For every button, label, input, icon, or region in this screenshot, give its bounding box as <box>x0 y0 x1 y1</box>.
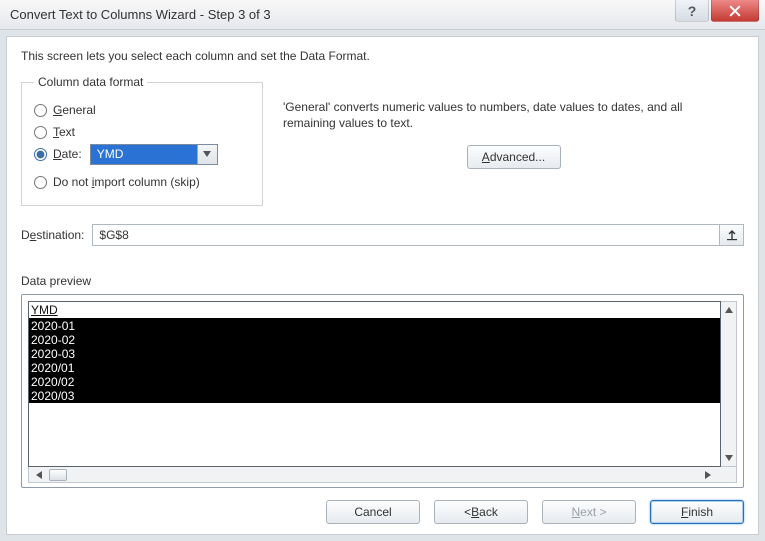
preview-row[interactable]: 2020-02 <box>29 333 720 347</box>
back-button[interactable]: < Back <box>434 500 528 524</box>
scroll-down-icon[interactable] <box>721 450 736 466</box>
titlebar: Convert Text to Columns Wizard - Step 3 … <box>0 0 765 30</box>
preview-row[interactable]: 2020-03 <box>29 347 720 361</box>
radio-text[interactable] <box>34 126 47 139</box>
date-format-dropdown[interactable]: YMD <box>90 144 218 165</box>
radio-general-label[interactable]: General <box>53 103 96 117</box>
horizontal-scrollbar[interactable] <box>28 467 737 483</box>
cancel-button[interactable]: Cancel <box>326 500 420 524</box>
dialog-body: This screen lets you select each column … <box>6 36 759 535</box>
format-description: 'General' converts numeric values to num… <box>283 99 703 131</box>
scroll-up-icon[interactable] <box>721 302 736 318</box>
preview-grid[interactable]: YMD 2020-012020-022020-032020/012020/022… <box>28 301 721 467</box>
radio-date-label[interactable]: Date: <box>53 147 82 161</box>
finish-button[interactable]: Finish <box>650 500 744 524</box>
data-preview-box: YMD 2020-012020-022020-032020/012020/022… <box>21 294 744 488</box>
vertical-scrollbar[interactable] <box>721 301 737 467</box>
preview-row[interactable]: 2020-01 <box>29 319 720 333</box>
preview-column-header[interactable]: YMD <box>29 302 720 319</box>
advanced-button[interactable]: Advanced... <box>467 145 561 169</box>
destination-input[interactable] <box>93 225 719 245</box>
preview-row[interactable]: 2020/01 <box>29 361 720 375</box>
preview-row[interactable]: 2020/03 <box>29 389 720 403</box>
destination-label: Destination: <box>21 228 84 242</box>
window-title: Convert Text to Columns Wizard - Step 3 … <box>10 7 271 22</box>
radio-skip[interactable] <box>34 176 47 189</box>
destination-field-wrap <box>92 224 744 246</box>
preview-rows: 2020-012020-022020-032020/012020/022020/… <box>29 319 720 403</box>
column-data-format-group: Column data format General Text Date: YM… <box>21 75 263 206</box>
close-button[interactable] <box>711 0 759 22</box>
dialog-footer: Cancel < Back Next > Finish <box>21 488 744 524</box>
range-picker-button[interactable] <box>719 225 743 245</box>
radio-text-label[interactable]: Text <box>53 125 75 139</box>
next-button: Next > <box>542 500 636 524</box>
scroll-right-icon[interactable] <box>700 467 716 482</box>
scroll-left-icon[interactable] <box>31 471 47 479</box>
radio-date[interactable] <box>34 148 47 161</box>
group-legend: Column data format <box>34 75 147 89</box>
date-format-value: YMD <box>91 145 197 164</box>
intro-text: This screen lets you select each column … <box>21 49 744 63</box>
preview-row[interactable]: 2020/02 <box>29 375 720 389</box>
radio-general[interactable] <box>34 104 47 117</box>
help-button[interactable]: ? <box>675 0 709 22</box>
data-preview-label: Data preview <box>21 274 744 288</box>
hscroll-thumb[interactable] <box>49 469 67 481</box>
chevron-down-icon <box>197 145 217 164</box>
radio-skip-label[interactable]: Do not import column (skip) <box>53 175 200 189</box>
